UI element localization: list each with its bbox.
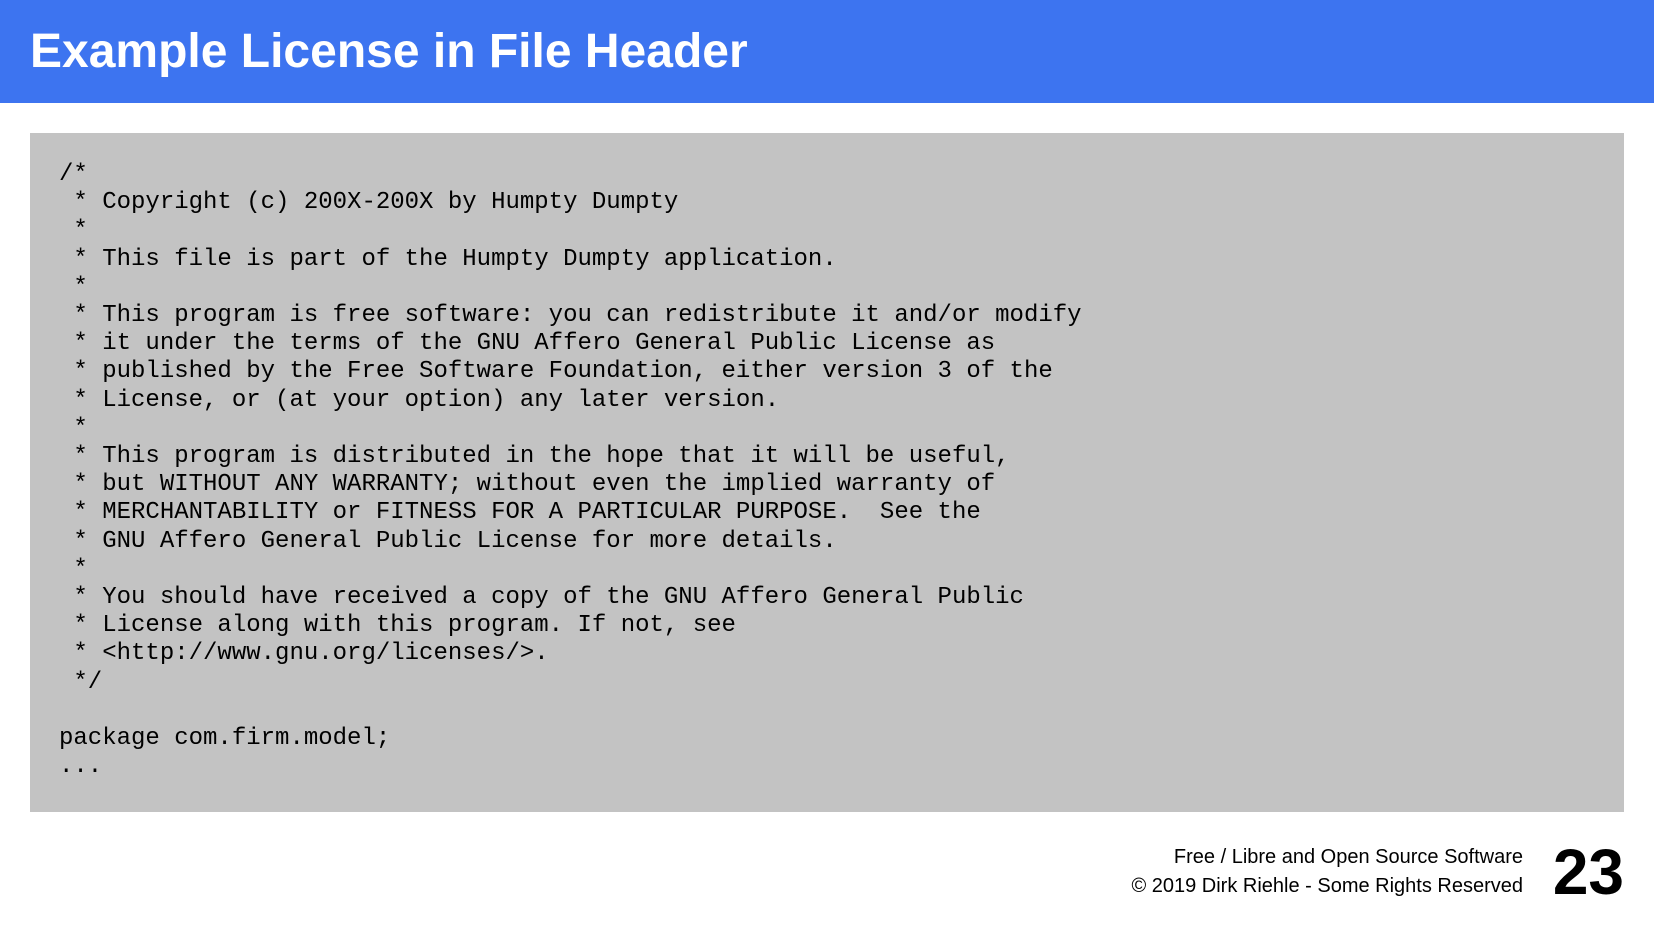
code-text: /* * Copyright (c) 200X-200X by Humpty D…	[59, 161, 1082, 781]
page-number: 23	[1552, 836, 1624, 908]
slide-title: Example License in File Header	[30, 25, 748, 78]
title-bar: Example License in File Header	[0, 0, 1654, 103]
footer-course-title: Free / Libre and Open Source Software	[1173, 846, 1523, 868]
footer-copyright: © 2019 Dirk Riehle - Some Rights Reserve…	[1131, 875, 1523, 897]
slide: Example License in File Header /* * Copy…	[0, 0, 1654, 931]
code-block: /* * Copyright (c) 200X-200X by Humpty D…	[30, 133, 1624, 812]
footer: Free / Libre and Open Source Software © …	[1131, 843, 1523, 901]
